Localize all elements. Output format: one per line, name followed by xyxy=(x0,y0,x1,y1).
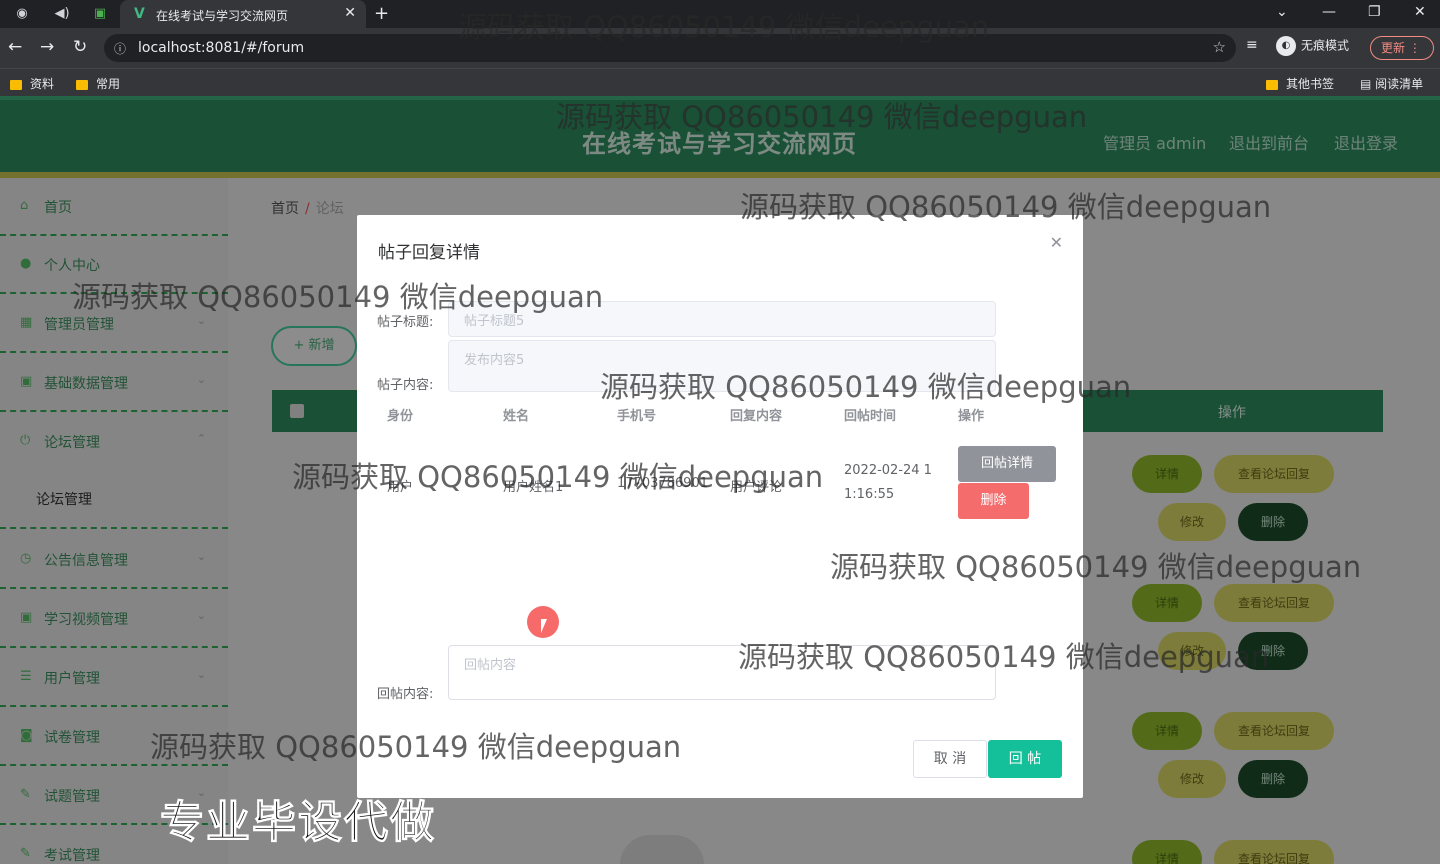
col-role: 身份 xyxy=(387,409,414,424)
browser-menu-icon[interactable]: ◉ xyxy=(12,4,32,24)
mute-icon[interactable]: ◀) xyxy=(52,4,72,24)
back-icon[interactable]: ← xyxy=(8,37,22,57)
reload-icon[interactable]: ↻ xyxy=(73,37,87,57)
reply-delete-button[interactable]: 删除 xyxy=(958,483,1029,519)
watermark: 源码获取 QQ86050149 微信deepguan xyxy=(556,100,1088,134)
url-text: localhost:8081/#/forum xyxy=(138,40,305,56)
col-phone: 手机号 xyxy=(617,409,657,424)
folder-icon xyxy=(1266,79,1278,90)
forward-icon[interactable]: → xyxy=(40,37,54,57)
incognito-label: 无痕模式 xyxy=(1301,38,1350,53)
bookmark-label: 常用 xyxy=(96,77,121,91)
watermark: 源码获取 QQ86050149 微信deepguan xyxy=(830,550,1362,584)
col-reply: 回复内容 xyxy=(730,409,783,424)
minimize-icon[interactable]: — xyxy=(1322,4,1336,20)
bookmarks-bar: 资料 常用 其他书签 ▤ 阅读清单 xyxy=(0,68,1440,96)
reading-list[interactable]: ▤ 阅读清单 xyxy=(1360,75,1423,92)
tab-title: 在线考试与学习交流网页 xyxy=(156,9,289,23)
watermark: 源码获取 QQ86050149 微信deepguan xyxy=(292,460,824,494)
window-close-icon[interactable]: ✕ xyxy=(1414,4,1426,20)
reply-time-line1: 2022-02-24 1 xyxy=(844,463,932,478)
mouse-cursor-icon xyxy=(541,619,553,633)
incognito-icon: ◐ xyxy=(1276,36,1296,56)
incognito-indicator: ◐ 无痕模式 xyxy=(1276,36,1349,56)
folder-icon xyxy=(76,79,88,90)
cancel-button[interactable]: 取 消 xyxy=(913,740,987,778)
restore-icon[interactable]: ❐ xyxy=(1368,4,1381,20)
post-content-label: 帖子内容: xyxy=(377,378,434,393)
watermark: 源码获取 QQ86050149 微信deepguan xyxy=(150,730,682,764)
dialog-close-icon[interactable]: ✕ xyxy=(1050,233,1063,252)
bookmark-item-1[interactable]: 常用 xyxy=(76,75,120,92)
tab-close-icon[interactable]: ✕ xyxy=(344,5,356,21)
watermark: 源码获取 QQ86050149 微信deepguan xyxy=(740,190,1272,224)
new-tab-icon[interactable]: + xyxy=(374,3,389,24)
submit-reply-button[interactable]: 回 帖 xyxy=(988,740,1062,778)
reply-time-line2: 1:16:55 xyxy=(844,487,895,502)
site-info-icon[interactable]: ⓘ xyxy=(114,40,126,57)
bookmark-item-0[interactable]: 资料 xyxy=(10,75,54,92)
col-name: 姓名 xyxy=(503,409,530,424)
update-label: 更新 xyxy=(1381,41,1406,55)
reading-mode-icon[interactable]: ≡ xyxy=(1246,37,1258,53)
folder-icon xyxy=(10,79,22,90)
col-time: 回帖时间 xyxy=(844,409,897,424)
bookmark-other[interactable]: 其他书签 xyxy=(1266,75,1334,92)
bookmark-label: 资料 xyxy=(30,77,55,91)
reading-list-icon: ▤ xyxy=(1360,77,1376,91)
reply-input-label: 回帖内容: xyxy=(377,687,434,702)
active-tab[interactable]: V 在线考试与学习交流网页 ✕ xyxy=(120,0,366,28)
reply-detail-button[interactable]: 回帖详情 xyxy=(958,446,1056,482)
dialog-title: 帖子回复详情 xyxy=(378,243,480,263)
watermark: 源码获取 QQ86050149 微信deepguan xyxy=(458,10,990,44)
watermark: 源码获取 QQ86050149 微信deepguan xyxy=(600,370,1132,404)
bookmark-star-icon[interactable]: ☆ xyxy=(1213,38,1226,56)
bookmark-label: 阅读清单 xyxy=(1375,77,1424,91)
watermark: 源码获取 QQ86050149 微信deepguan xyxy=(738,640,1270,674)
sheet-tab-icon[interactable]: ▣ xyxy=(90,4,110,24)
promo-text: 专业毕设代做 xyxy=(160,797,436,849)
vue-logo-icon: V xyxy=(134,6,145,22)
col-actions: 操作 xyxy=(958,409,985,424)
update-button[interactable]: 更新 ⋮ xyxy=(1370,36,1434,60)
bookmark-label: 其他书签 xyxy=(1286,77,1335,91)
tab-search-icon[interactable]: ⌄ xyxy=(1276,4,1288,20)
watermark: 源码获取 QQ86050149 微信deepguan xyxy=(72,280,604,314)
